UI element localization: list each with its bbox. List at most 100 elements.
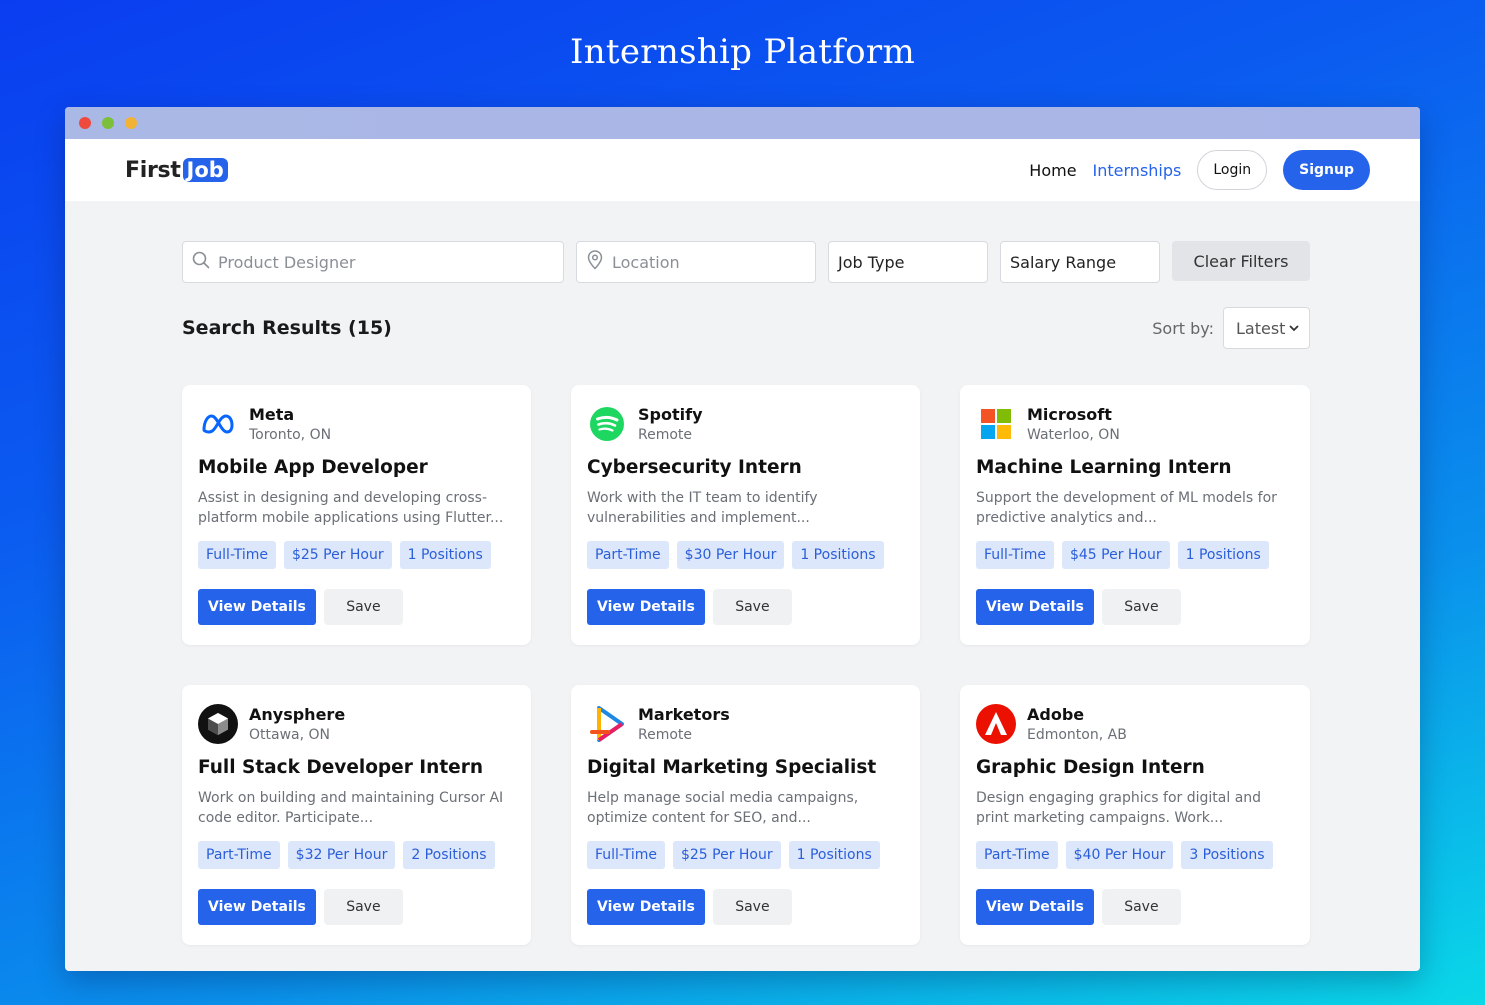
tag-pay: $25 Per Hour — [672, 841, 781, 869]
card-header: Anysphere Ottawa, ON — [198, 703, 515, 745]
tag-job-type: Full-Time — [976, 541, 1054, 569]
login-button[interactable]: Login — [1197, 150, 1268, 190]
card-actions: View Details Save — [976, 589, 1294, 625]
salary-range-select[interactable]: Salary Range — [1000, 241, 1160, 283]
maximize-window-dot-icon[interactable] — [102, 117, 114, 129]
job-tags: Part-Time $40 Per Hour 3 Positions — [976, 841, 1294, 869]
tag-pay: $40 Per Hour — [1065, 841, 1174, 869]
tag-job-type: Part-Time — [976, 841, 1058, 869]
browser-title-bar — [65, 107, 1420, 139]
company-name: Spotify — [638, 405, 703, 424]
company-location: Waterloo, ON — [1027, 427, 1120, 443]
spotify-logo-icon — [587, 404, 627, 444]
company-location: Remote — [638, 727, 693, 743]
tag-pay: $25 Per Hour — [283, 541, 392, 569]
signup-button[interactable]: Signup — [1283, 150, 1370, 190]
tag-pay: $32 Per Hour — [287, 841, 396, 869]
tag-positions: 1 Positions — [788, 841, 880, 869]
adobe-logo-icon — [976, 704, 1016, 744]
search-icon — [192, 251, 210, 273]
location-input[interactable]: Location — [576, 241, 816, 283]
search-placeholder: Product Designer — [218, 252, 356, 272]
page-title: Internship Platform — [570, 32, 915, 72]
clear-filters-button[interactable]: Clear Filters — [1172, 241, 1310, 281]
job-title: Machine Learning Intern — [976, 457, 1232, 478]
job-card: Microsoft Waterloo, ON Machine Learning … — [960, 385, 1310, 645]
card-header: Marketors Remote — [587, 703, 904, 745]
job-tags: Part-Time $30 Per Hour 1 Positions — [587, 541, 904, 569]
company-location: Ottawa, ON — [249, 727, 330, 743]
map-pin-icon — [586, 250, 604, 274]
anysphere-logo-icon — [198, 704, 238, 744]
browser-window: First Job Home Internships Login Signup … — [65, 107, 1420, 971]
nav-link-home[interactable]: Home — [1029, 161, 1076, 180]
tag-job-type: Part-Time — [198, 841, 280, 869]
location-placeholder: Location — [612, 252, 680, 272]
save-button[interactable]: Save — [323, 889, 403, 925]
close-window-dot-icon[interactable] — [79, 117, 91, 129]
job-title: Cybersecurity Intern — [587, 457, 802, 478]
job-title: Graphic Design Intern — [976, 757, 1205, 778]
job-tags: Part-Time $32 Per Hour 2 Positions — [198, 841, 515, 869]
job-card-grid: Meta Toronto, ON Mobile App Developer As… — [182, 385, 1310, 945]
view-details-button[interactable]: View Details — [587, 889, 705, 925]
view-details-button[interactable]: View Details — [198, 889, 316, 925]
card-header: Spotify Remote — [587, 403, 904, 445]
tag-job-type: Full-Time — [587, 841, 665, 869]
card-actions: View Details Save — [198, 889, 515, 925]
job-card: Meta Toronto, ON Mobile App Developer As… — [182, 385, 531, 645]
card-header: Adobe Edmonton, AB — [976, 703, 1294, 745]
job-description: Help manage social media campaigns, opti… — [587, 790, 859, 826]
nav-actions: Home Internships Login Signup — [1029, 150, 1370, 190]
filter-bar: Product Designer Location Job Type Salar… — [182, 241, 1310, 283]
job-card: Anysphere Ottawa, ON Full Stack Develope… — [182, 685, 531, 945]
meta-logo-icon — [198, 404, 238, 444]
view-details-button[interactable]: View Details — [976, 589, 1094, 625]
firstjob-logo[interactable]: First Job — [125, 158, 228, 183]
company-name: Adobe — [1027, 705, 1085, 724]
search-input[interactable]: Product Designer — [182, 241, 564, 283]
sort-select[interactable]: Latest — [1223, 307, 1310, 349]
results-header: Search Results (15) Sort by: Latest — [182, 307, 1310, 349]
tag-positions: 2 Positions — [403, 841, 495, 869]
sort-control: Sort by: Latest — [1152, 307, 1310, 349]
company-location: Toronto, ON — [249, 427, 332, 443]
save-button[interactable]: Save — [712, 889, 792, 925]
view-details-button[interactable]: View Details — [976, 889, 1094, 925]
minimize-window-dot-icon[interactable] — [125, 117, 137, 129]
results-title: Search Results (15) — [182, 317, 392, 339]
nav-link-internships[interactable]: Internships — [1093, 161, 1182, 180]
tag-positions: 1 Positions — [399, 541, 491, 569]
tag-positions: 3 Positions — [1181, 841, 1273, 869]
save-button[interactable]: Save — [323, 589, 403, 625]
logo-job-text: Job — [182, 158, 228, 182]
navbar: First Job Home Internships Login Signup — [65, 139, 1420, 201]
job-card: Spotify Remote Cybersecurity Intern Work… — [571, 385, 920, 645]
job-type-value: Job Type — [838, 252, 905, 272]
job-card: Marketors Remote Digital Marketing Speci… — [571, 685, 920, 945]
save-button[interactable]: Save — [1101, 889, 1181, 925]
tag-positions: 1 Positions — [792, 541, 884, 569]
save-button[interactable]: Save — [712, 589, 792, 625]
card-actions: View Details Save — [587, 889, 904, 925]
tag-job-type: Full-Time — [198, 541, 276, 569]
salary-range-value: Salary Range — [1010, 252, 1117, 272]
job-description: Design engaging graphics for digital and… — [976, 790, 1262, 826]
job-description: Work on building and maintaining Cursor … — [198, 790, 504, 826]
job-card: Adobe Edmonton, AB Graphic Design Intern… — [960, 685, 1310, 945]
save-button[interactable]: Save — [1101, 589, 1181, 625]
job-title: Mobile App Developer — [198, 457, 428, 478]
company-name: Anysphere — [249, 705, 346, 724]
view-details-button[interactable]: View Details — [587, 589, 705, 625]
sort-label: Sort by: — [1152, 318, 1214, 338]
job-title: Digital Marketing Specialist — [587, 757, 877, 778]
view-details-button[interactable]: View Details — [198, 589, 316, 625]
microsoft-logo-icon — [976, 404, 1016, 444]
job-type-select[interactable]: Job Type — [828, 241, 988, 283]
tag-job-type: Part-Time — [587, 541, 669, 569]
company-location: Remote — [638, 427, 693, 443]
company-location: Edmonton, AB — [1027, 727, 1127, 743]
company-name: Meta — [249, 405, 295, 424]
job-tags: Full-Time $45 Per Hour 1 Positions — [976, 541, 1294, 569]
card-header: Microsoft Waterloo, ON — [976, 403, 1294, 445]
